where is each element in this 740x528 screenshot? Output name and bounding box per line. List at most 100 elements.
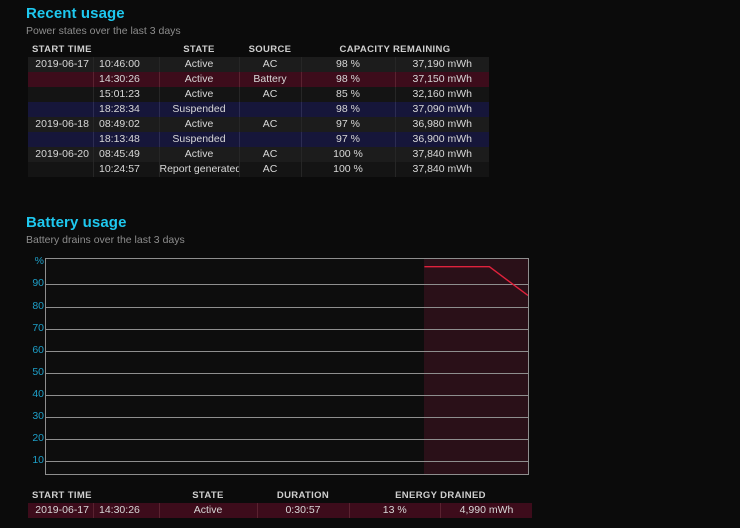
column-header-duration: DURATION: [257, 489, 349, 503]
cell-capacity-percent: 100 %: [301, 147, 395, 162]
cell-capacity-percent: 98 %: [301, 72, 395, 87]
cell-capacity-percent: 98 %: [301, 102, 395, 117]
table-row: 2019-06-1808:49:02ActiveAC97 %36,980 mWh: [28, 117, 489, 132]
cell-capacity-mwh: 37,840 mWh: [395, 147, 489, 162]
cell-date: [28, 102, 94, 117]
cell-date: 2019-06-17: [28, 503, 94, 518]
cell-time: 14:30:26: [94, 503, 160, 518]
cell-time: 08:49:02: [94, 117, 160, 132]
cell-source: AC: [239, 117, 301, 132]
battery-usage-title: Battery usage: [26, 214, 185, 231]
battery-usage-table-head: START TIME STATE DURATION ENERGY DRAINED: [28, 489, 532, 503]
column-header-source: SOURCE: [239, 43, 301, 57]
cell-capacity-mwh: 36,900 mWh: [395, 132, 489, 147]
cell-time: 15:01:23: [94, 87, 160, 102]
y-axis-tick-label: 40: [32, 389, 44, 399]
cell-date: 2019-06-18: [28, 117, 94, 132]
y-axis-tick-label: 60: [32, 345, 44, 355]
y-axis-tick-label: 70: [32, 323, 44, 333]
battery-charge-line: [46, 259, 528, 474]
cell-capacity-percent: 100 %: [301, 162, 395, 177]
cell-source: [239, 132, 301, 147]
cell-source: AC: [239, 57, 301, 72]
cell-capacity-mwh: 37,190 mWh: [395, 57, 489, 72]
cell-date: [28, 72, 94, 87]
cell-state: Active: [159, 147, 239, 162]
battery-usage-chart: [45, 258, 529, 475]
table-header-row: START TIME STATE SOURCE CAPACITY REMAINI…: [28, 43, 489, 57]
battery-usage-table-body: 2019-06-1714:30:26Active0:30:5713 %4,990…: [28, 503, 532, 518]
cell-source: Battery: [239, 72, 301, 87]
y-axis-tick-label: 30: [32, 411, 44, 421]
cell-duration: 0:30:57: [257, 503, 349, 518]
cell-energy-mwh: 4,990 mWh: [441, 503, 533, 518]
cell-capacity-mwh: 32,160 mWh: [395, 87, 489, 102]
cell-source: AC: [239, 147, 301, 162]
cell-time: 10:24:57: [94, 162, 160, 177]
y-axis-tick-label: 80: [32, 301, 44, 311]
cell-time: 18:28:34: [94, 102, 160, 117]
table-row: 10:24:57Report generatedAC100 %37,840 mW…: [28, 162, 489, 177]
cell-date: [28, 162, 94, 177]
battery-usage-table-wrap: START TIME STATE DURATION ENERGY DRAINED…: [28, 489, 532, 518]
table-row: 14:30:26ActiveBattery98 %37,150 mWh: [28, 72, 489, 87]
recent-usage-table-body: 2019-06-1710:46:00ActiveAC98 %37,190 mWh…: [28, 57, 489, 177]
cell-date: 2019-06-17: [28, 57, 94, 72]
column-header-state: STATE: [159, 43, 239, 57]
cell-date: [28, 87, 94, 102]
recent-usage-title: Recent usage: [26, 5, 181, 22]
column-header-capacity-remaining: CAPACITY REMAINING: [301, 43, 489, 57]
cell-state: Active: [159, 57, 239, 72]
recent-usage-subtitle: Power states over the last 3 days: [26, 25, 181, 37]
cell-state: Active: [159, 72, 239, 87]
battery-usage-table: START TIME STATE DURATION ENERGY DRAINED…: [28, 489, 532, 518]
y-axis-tick-label: 50: [32, 367, 44, 377]
column-header-start-time: START TIME: [28, 489, 159, 503]
table-row: 2019-06-1710:46:00ActiveAC98 %37,190 mWh: [28, 57, 489, 72]
cell-source: AC: [239, 87, 301, 102]
table-row: 18:28:34Suspended 98 %37,090 mWh: [28, 102, 489, 117]
cell-capacity-percent: 97 %: [301, 117, 395, 132]
recent-usage-table: START TIME STATE SOURCE CAPACITY REMAINI…: [28, 43, 489, 177]
recent-usage-table-head: START TIME STATE SOURCE CAPACITY REMAINI…: [28, 43, 489, 57]
cell-time: 08:45:49: [94, 147, 160, 162]
cell-capacity-percent: 97 %: [301, 132, 395, 147]
cell-capacity-percent: 85 %: [301, 87, 395, 102]
column-header-energy-drained: ENERGY DRAINED: [349, 489, 532, 503]
cell-state: Active: [159, 87, 239, 102]
cell-capacity-mwh: 37,090 mWh: [395, 102, 489, 117]
table-row: 18:13:48Suspended 97 %36,900 mWh: [28, 132, 489, 147]
column-header-start-time: START TIME: [28, 43, 159, 57]
y-axis-tick-label: 10: [32, 455, 44, 465]
cell-capacity-mwh: 36,980 mWh: [395, 117, 489, 132]
cell-date: [28, 132, 94, 147]
charge-line-path: [424, 267, 528, 296]
cell-state: Report generated: [159, 162, 239, 177]
battery-usage-subtitle: Battery drains over the last 3 days: [26, 234, 185, 246]
cell-capacity-mwh: 37,150 mWh: [395, 72, 489, 87]
y-axis-unit-label: %: [35, 256, 44, 266]
y-axis-tick-label: 90: [32, 278, 44, 288]
cell-date: 2019-06-20: [28, 147, 94, 162]
table-row: 2019-06-2008:45:49ActiveAC100 %37,840 mW…: [28, 147, 489, 162]
cell-source: [239, 102, 301, 117]
cell-time: 18:13:48: [94, 132, 160, 147]
table-header-row: START TIME STATE DURATION ENERGY DRAINED: [28, 489, 532, 503]
cell-state: Active: [159, 503, 257, 518]
cell-state: Active: [159, 117, 239, 132]
cell-time: 10:46:00: [94, 57, 160, 72]
table-row: 2019-06-1714:30:26Active0:30:5713 %4,990…: [28, 503, 532, 518]
cell-time: 14:30:26: [94, 72, 160, 87]
cell-state: Suspended: [159, 132, 239, 147]
recent-usage-table-wrap: START TIME STATE SOURCE CAPACITY REMAINI…: [28, 43, 489, 177]
cell-capacity-percent: 98 %: [301, 57, 395, 72]
chart-y-axis: % 90 80 70 60 50 40 30 20 10: [20, 250, 44, 480]
y-axis-tick-label: 20: [32, 433, 44, 443]
cell-state: Suspended: [159, 102, 239, 117]
cell-energy-percent: 13 %: [349, 503, 441, 518]
column-header-state: STATE: [159, 489, 257, 503]
table-row: 15:01:23ActiveAC85 %32,160 mWh: [28, 87, 489, 102]
cell-capacity-mwh: 37,840 mWh: [395, 162, 489, 177]
battery-usage-section: Battery usage Battery drains over the la…: [26, 214, 185, 246]
cell-source: AC: [239, 162, 301, 177]
